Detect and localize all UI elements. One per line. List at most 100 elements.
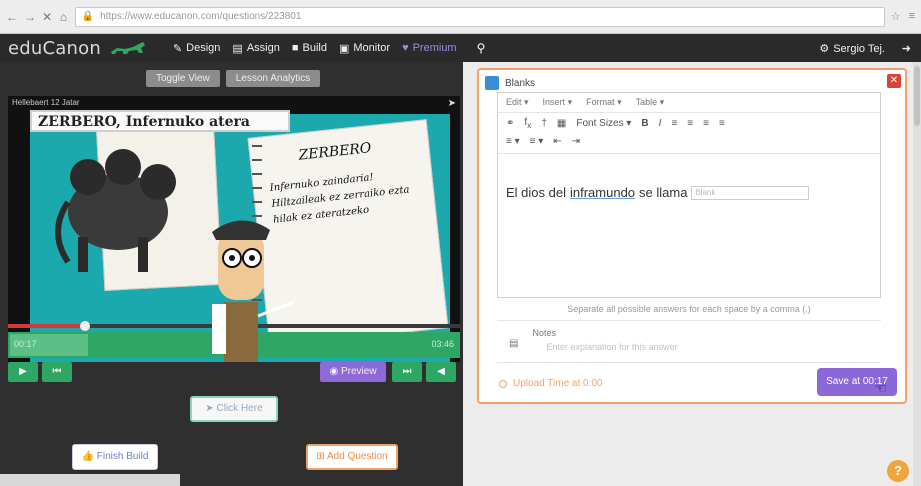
- lock-icon: 🔒: [81, 11, 95, 22]
- editor-menubar: Edit ▾ Insert ▾ Format ▾ Table ▾: [498, 93, 880, 113]
- book-icon: ■: [291, 42, 299, 54]
- question-editor-panel: Blanks ✕ Edit ▾ Insert ▾ Format ▾ Table …: [463, 62, 921, 486]
- blanks-dialog: Blanks ✕ Edit ▾ Insert ▾ Format ▾ Table …: [477, 68, 907, 404]
- dialog-header: Blanks: [485, 76, 535, 90]
- finish-build-button[interactable]: 👍 Finish Build: [72, 444, 158, 470]
- search-icon[interactable]: ⚲: [477, 41, 486, 55]
- banner-text: ZERBERO, Infernuko atera: [38, 114, 250, 130]
- nav-menu: ✎ Design ▤ Assign ■ Build ▣ Monitor ♥ Premium…: [173, 41, 485, 55]
- timeline-end-time: 03:46: [431, 339, 454, 349]
- user-menu[interactable]: ⚙ Sergio Tej.: [819, 42, 885, 56]
- editor-toolbar: ⚭ fx † ▦ Font Sizes ▾ B I ≡ ≡ ≡ ≡: [498, 113, 880, 134]
- menu-edit[interactable]: Edit ▾: [506, 97, 529, 108]
- formula-icon[interactable]: fx: [524, 117, 531, 130]
- cursor-icon: ➤: [205, 403, 217, 414]
- image-icon[interactable]: ▦: [557, 118, 566, 129]
- notes-input[interactable]: Enter explanation for this answer: [546, 342, 677, 352]
- align-center-icon[interactable]: ≡: [687, 118, 693, 129]
- link-icon[interactable]: ⚭: [506, 118, 514, 129]
- blank-input[interactable]: Blank: [691, 185, 810, 200]
- step-forward-button[interactable]: ⏭: [392, 362, 422, 382]
- back-icon[interactable]: ←: [6, 10, 18, 24]
- scroll-thumb[interactable]: [914, 66, 920, 126]
- dog-logo-icon: [110, 42, 145, 54]
- video-controls: ▶ ⏮ ◉ Preview ⏭ ◀: [8, 362, 460, 384]
- align-left-icon[interactable]: ≡: [671, 118, 677, 129]
- progress-fill: [8, 324, 85, 328]
- settings-icon: ⚙: [819, 43, 830, 55]
- logout-icon[interactable]: ➜: [902, 42, 911, 55]
- upload-time-link[interactable]: Upload Time at 0:00: [499, 378, 603, 389]
- scrollbar[interactable]: [913, 62, 921, 486]
- align-right-icon[interactable]: ≡: [703, 118, 709, 129]
- logo[interactable]: eduCanon: [8, 38, 101, 59]
- rewind-button[interactable]: ⏮: [42, 362, 72, 382]
- cerberus-illustration: [55, 149, 176, 272]
- notes-row: ▤ Notes Enter explanation for this answe…: [509, 328, 678, 352]
- play-button[interactable]: ▶: [8, 362, 38, 382]
- heart-icon: ♥: [402, 42, 409, 54]
- click-here-button[interactable]: ➤ Click Here: [190, 396, 278, 422]
- browser-actions: ☆ ≡: [891, 10, 915, 23]
- close-dialog-button[interactable]: ✕: [887, 74, 901, 88]
- rich-text-editor[interactable]: Edit ▾ Insert ▾ Format ▾ Table ▾ ⚭ fx † …: [497, 92, 881, 298]
- justify-icon[interactable]: ≡: [719, 118, 725, 129]
- clock-icon: [499, 379, 507, 388]
- nav-premium[interactable]: ♥ Premium: [402, 42, 457, 54]
- view-toggle-row: Toggle View Lesson Analytics: [146, 70, 321, 87]
- numbered-list-icon[interactable]: ≡ ▾: [530, 136, 544, 147]
- bullet-list-icon[interactable]: ≡ ▾: [506, 136, 520, 147]
- volume-button[interactable]: ◀: [426, 362, 456, 382]
- forward-icon[interactable]: →: [24, 10, 36, 24]
- nav-monitor[interactable]: ▣ Monitor: [339, 42, 390, 55]
- pointer-cursor-icon: ☜: [874, 380, 887, 396]
- progress-handle[interactable]: [79, 321, 90, 331]
- eye-icon: ◉: [329, 366, 341, 377]
- video-player[interactable]: Hellebaert 12 Jatar ➤ ZERBERO, Infernuko…: [8, 96, 460, 362]
- indent-icon[interactable]: ⇥: [572, 136, 580, 147]
- play-icon: ▶: [19, 366, 27, 377]
- timeline-start-time: 00:17: [10, 334, 88, 356]
- share-icon[interactable]: ➤: [448, 98, 456, 109]
- nav-assign[interactable]: ▤ Assign: [232, 42, 279, 55]
- menu-icon[interactable]: ≡: [909, 10, 915, 23]
- nav-design[interactable]: ✎ Design: [173, 42, 220, 55]
- toggle-view-button[interactable]: Toggle View: [146, 70, 220, 87]
- menu-table[interactable]: Table ▾: [636, 97, 665, 108]
- home-icon[interactable]: ⌂: [58, 10, 68, 24]
- browser-toolbar: ← → ✕ ⌂ 🔒 https://www.educanon.com/quest…: [0, 0, 921, 34]
- rewind-icon: ⏮: [52, 366, 62, 377]
- app-navbar: eduCanon ✎ Design ▤ Assign ■ Build ▣ Monitor…: [0, 34, 921, 62]
- menu-format[interactable]: Format ▾: [586, 97, 622, 108]
- outdent-icon[interactable]: ⇤: [553, 136, 561, 147]
- menu-insert[interactable]: Insert ▾: [543, 97, 573, 108]
- preview-button[interactable]: ◉ Preview: [320, 362, 386, 382]
- lesson-analytics-button[interactable]: Lesson Analytics: [225, 70, 321, 87]
- close-icon[interactable]: ✕: [42, 10, 52, 24]
- divider: [497, 320, 881, 321]
- editor-toolbar-row2: ≡ ▾ ≡ ▾ ⇤ ⇥: [498, 134, 880, 154]
- volume-icon: ◀: [437, 366, 445, 377]
- font-size-select[interactable]: Font Sizes ▾: [576, 118, 631, 129]
- chart-icon: ▣: [338, 42, 350, 55]
- blanks-icon: [485, 76, 499, 90]
- add-question-button[interactable]: ⊞ Add Question: [306, 444, 398, 470]
- nav-build[interactable]: ■ Build: [292, 42, 327, 54]
- plus-icon: ⊞: [316, 451, 327, 462]
- video-editor-panel: Toggle View Lesson Analytics Hellebaert …: [0, 62, 463, 486]
- bold-icon[interactable]: B: [641, 118, 648, 129]
- dialog-title: Blanks: [505, 77, 536, 89]
- teacher-illustration: [212, 220, 295, 362]
- address-bar[interactable]: 🔒 https://www.educanon.com/questions/223…: [74, 6, 885, 27]
- user-name: Sergio Tej.: [833, 42, 885, 55]
- divider: [497, 362, 881, 363]
- italic-icon[interactable]: I: [659, 118, 662, 129]
- calendar-icon: ▤: [232, 42, 243, 55]
- star-icon[interactable]: ☆: [891, 10, 901, 23]
- step-forward-icon: ⏭: [402, 366, 412, 377]
- help-button[interactable]: ?: [887, 460, 909, 482]
- status-strip: [0, 474, 180, 486]
- video-banner: ZERBERO, Infernuko atera: [30, 110, 290, 132]
- question-text[interactable]: El dios del inframundo se llama Blank: [506, 185, 810, 200]
- pin-icon[interactable]: †: [541, 118, 547, 129]
